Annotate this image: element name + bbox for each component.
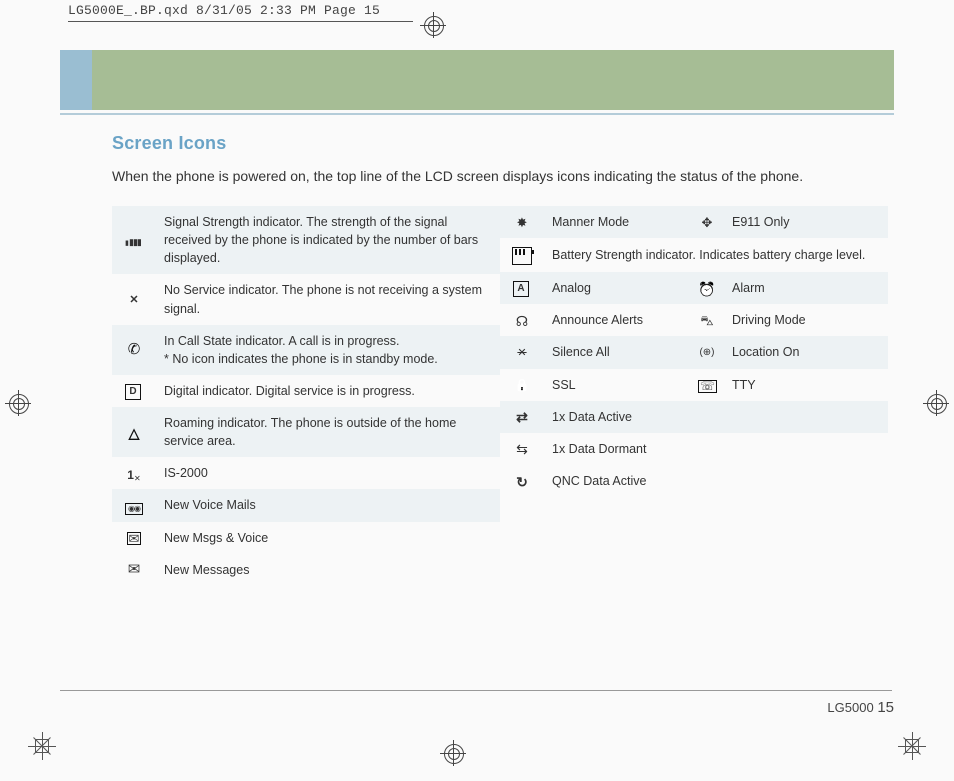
icon-description: SSL [552, 369, 690, 401]
msgs-voice-icon [125, 530, 143, 546]
icon-description: In Call State indicator. A call is in pr… [164, 325, 500, 375]
icon-description: TTY [732, 369, 888, 401]
footer-model: LG5000 [827, 700, 873, 715]
icon-description: Signal Strength indicator. The strength … [164, 206, 500, 274]
tty-icon [698, 377, 716, 393]
icon-description: Digital indicator. Digital service is in… [164, 375, 500, 407]
signal-strength-icon [125, 233, 143, 249]
location-on-icon [698, 345, 716, 361]
registration-mark-icon [420, 12, 446, 38]
announce-alerts-icon [513, 313, 531, 329]
icon-description: Silence All [552, 336, 690, 368]
registration-mark-icon [440, 740, 466, 766]
voicemail-icon [125, 498, 143, 514]
icon-row: IS-2000 [112, 457, 500, 489]
is2000-icon [125, 466, 143, 482]
icon-description: Driving Mode [732, 304, 888, 336]
icon-row: In Call State indicator. A call is in pr… [112, 325, 500, 375]
icon-row: Announce Alerts Driving Mode [500, 304, 888, 336]
in-call-icon [125, 342, 143, 358]
icon-row: SSL TTY [500, 369, 888, 401]
icon-description: Battery Strength indicator. Indicates ba… [552, 238, 888, 272]
icon-description: E911 Only [732, 206, 888, 238]
data-active-icon [513, 409, 531, 425]
footer-page-number: 15 [877, 699, 894, 716]
alarm-icon [698, 281, 716, 297]
icon-row: 1x Data Active [500, 401, 888, 433]
icon-description: Location On [732, 336, 888, 368]
icon-description: Manner Mode [552, 206, 690, 238]
digital-icon [125, 384, 143, 400]
icon-description: New Voice Mails [164, 489, 500, 521]
header-separator [60, 113, 894, 115]
icon-row: Roaming indicator. The phone is outside … [112, 407, 500, 457]
header-bar [60, 50, 894, 110]
icon-table-left: Signal Strength indicator. The strength … [112, 206, 500, 586]
icon-description: QNC Data Active [552, 465, 690, 497]
prepress-header-rule [68, 21, 413, 22]
e911-icon [698, 215, 716, 231]
icon-description: New Messages [164, 554, 500, 586]
icon-row: New Messages [112, 554, 500, 586]
icon-row: QNC Data Active [500, 465, 888, 497]
manner-mode-icon [513, 215, 531, 231]
analog-icon [513, 281, 531, 297]
icon-row: Battery Strength indicator. Indicates ba… [500, 238, 888, 272]
icon-row: Silence All Location On [500, 336, 888, 368]
registration-mark-icon [5, 390, 31, 416]
icon-description: IS-2000 [164, 457, 500, 489]
driving-mode-icon [698, 313, 716, 329]
silence-all-icon [513, 345, 531, 361]
icon-table-right: Manner Mode E911 OnlyBattery Strength ind… [500, 206, 888, 497]
icon-description: 1x Data Active [552, 401, 690, 433]
no-service-icon [125, 292, 143, 308]
icon-row: No Service indicator. The phone is not r… [112, 274, 500, 324]
icon-row: New Msgs & Voice [112, 522, 500, 554]
icon-description: No Service indicator. The phone is not r… [164, 274, 500, 324]
icon-description: 1x Data Dormant [552, 433, 690, 465]
icon-description [732, 401, 888, 433]
accent-strip [60, 50, 92, 110]
section-intro: When the phone is powered on, the top li… [112, 168, 888, 184]
icon-description: Analog [552, 272, 690, 304]
icon-row: Manner Mode E911 Only [500, 206, 888, 238]
crop-mark-icon [905, 739, 919, 753]
icon-description: Announce Alerts [552, 304, 690, 336]
prepress-header: LG5000E_.BP.qxd 8/31/05 2:33 PM Page 15 [68, 3, 380, 18]
crop-mark-icon [35, 739, 49, 753]
icon-description: Alarm [732, 272, 888, 304]
icon-row: Digital indicator. Digital service is in… [112, 375, 500, 407]
icon-description [732, 465, 888, 497]
data-dormant-icon [513, 441, 531, 457]
icon-row: Analog Alarm [500, 272, 888, 304]
icon-description: Roaming indicator. The phone is outside … [164, 407, 500, 457]
icon-row: 1x Data Dormant [500, 433, 888, 465]
battery-icon [512, 247, 532, 265]
new-messages-icon [125, 562, 143, 578]
icon-description: New Msgs & Voice [164, 522, 500, 554]
footer-text: LG5000 15 [60, 691, 894, 716]
section-title: Screen Icons [112, 133, 888, 154]
roaming-icon [125, 425, 143, 441]
registration-mark-icon [923, 390, 949, 416]
ssl-icon [513, 377, 531, 393]
icon-row: New Voice Mails [112, 489, 500, 521]
qnc-data-icon [513, 474, 531, 490]
icon-row: Signal Strength indicator. The strength … [112, 206, 500, 274]
icon-description [732, 433, 888, 465]
